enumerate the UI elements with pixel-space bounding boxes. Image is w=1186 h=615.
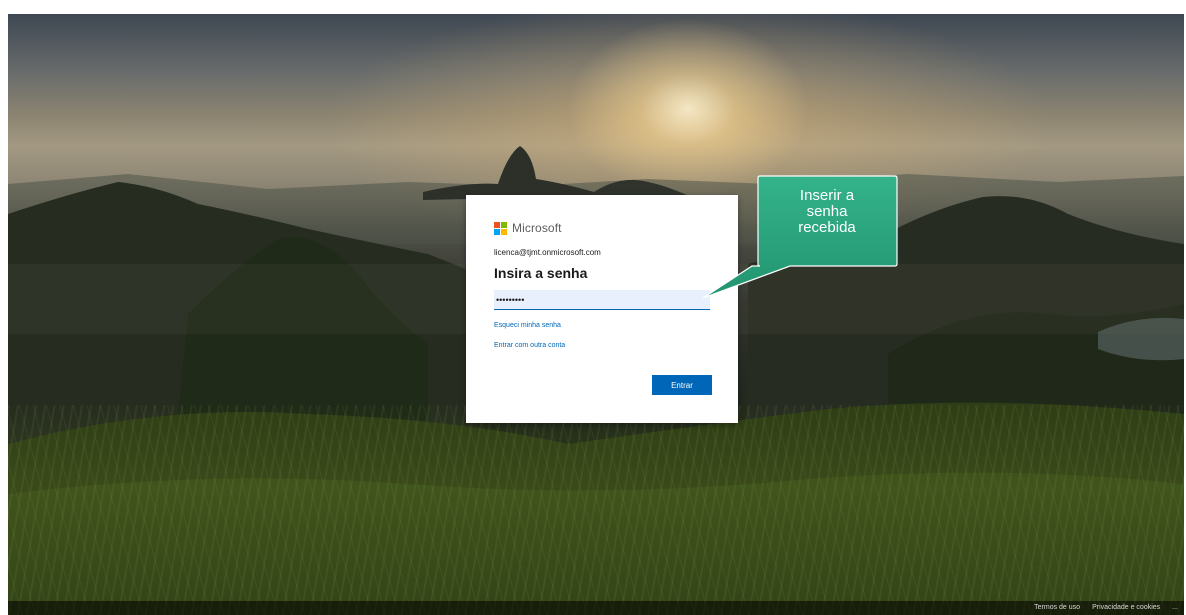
password-input[interactable] (494, 290, 710, 310)
brand-name: Microsoft (512, 221, 562, 235)
terms-link[interactable]: Termos de uso (1034, 602, 1080, 614)
other-account-link[interactable]: Entrar com outra conta (494, 342, 710, 349)
login-card: Microsoft licenca@tjmt.onmicrosoft.com I… (466, 195, 738, 423)
sugarloaf-hill (423, 146, 608, 200)
microsoft-logo-icon (494, 221, 507, 235)
logo-blue-square (494, 228, 500, 235)
forgot-password-link[interactable]: Esqueci minha senha (494, 322, 710, 329)
sign-in-button[interactable]: Entrar (652, 375, 712, 395)
grass-texture (8, 405, 1184, 615)
callout-line-1: Inserir a (799, 187, 855, 204)
callout-line-3: recebida (798, 219, 856, 236)
logo-red-square (494, 221, 500, 228)
callout-text: Inserir a senha recebida (759, 188, 895, 236)
brand-row: Microsoft (494, 221, 710, 235)
logo-green-square (501, 221, 507, 228)
privacy-link[interactable]: Privacidade e cookies (1092, 602, 1160, 614)
footer-bar (8, 601, 1184, 615)
logo-yellow-square (501, 228, 507, 235)
account-identity: licenca@tjmt.onmicrosoft.com (494, 248, 601, 257)
footer-links: Termos de uso Privacidade e cookies ... (1034, 602, 1178, 614)
page-title: Insira a senha (494, 265, 588, 281)
callout-line-2: senha (806, 203, 848, 220)
more-options-link[interactable]: ... (1172, 602, 1178, 614)
